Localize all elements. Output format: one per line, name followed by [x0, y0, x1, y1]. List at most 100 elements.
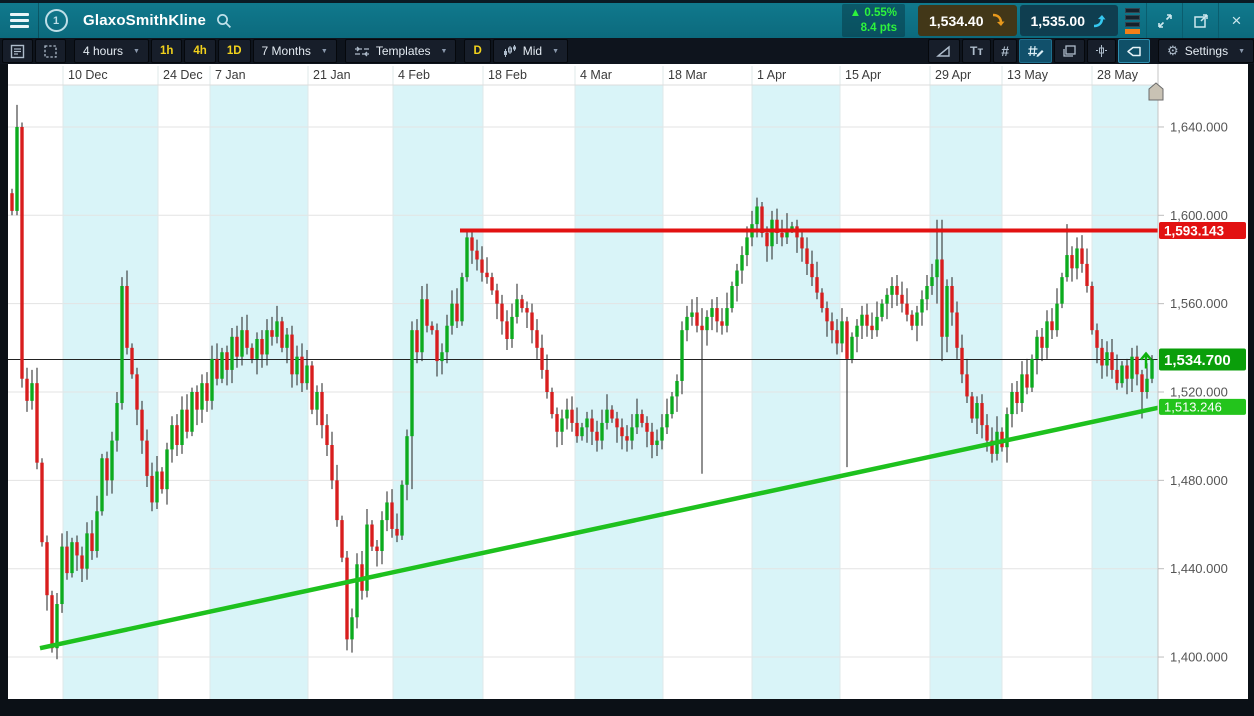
- price-type-dropdown[interactable]: Mid ▼: [492, 39, 569, 63]
- candle-body: [1030, 358, 1034, 388]
- candle-body: [390, 502, 394, 529]
- search-icon[interactable]: [216, 13, 232, 29]
- expand-button[interactable]: [1146, 3, 1182, 38]
- quick-timeframe-1h[interactable]: 1h: [150, 39, 183, 63]
- gear-icon: ⚙: [1167, 43, 1179, 58]
- candle-body: [175, 425, 179, 446]
- quote-panel-button[interactable]: [2, 39, 33, 63]
- candle-body: [410, 330, 414, 437]
- price-chart[interactable]: 10 Dec 24 Dec 7 Jan 21 Jan 4 Feb 18 Feb 4 Mar 1…: [0, 64, 1254, 711]
- chart-toolbar: 4 hours ▼ 1h 4h 1D 7 Months ▼ Templates …: [0, 38, 1254, 64]
- hamburger-menu-button[interactable]: [0, 3, 39, 38]
- candle-body: [65, 546, 69, 574]
- session-d-button[interactable]: D: [464, 39, 491, 63]
- candle-body: [590, 418, 594, 432]
- text-tool-icon: Tт: [970, 44, 984, 58]
- settings-button[interactable]: ⚙ Settings ▼: [1158, 39, 1254, 63]
- candle-body: [910, 314, 914, 326]
- candle-body: [350, 617, 354, 640]
- candle-body: [615, 418, 619, 428]
- candle-body: [225, 352, 229, 370]
- candle-body: [595, 431, 599, 441]
- hamburger-bar: [9, 19, 29, 22]
- candle-body: [475, 250, 479, 260]
- timeframe-dropdown[interactable]: 4 hours ▼: [74, 39, 149, 63]
- candle-body: [725, 308, 729, 326]
- candle-body: [205, 383, 209, 401]
- candle-body: [515, 299, 519, 317]
- candle-body: [415, 330, 419, 353]
- templates-dropdown[interactable]: Templates ▼: [344, 39, 457, 63]
- candle-body: [1090, 285, 1094, 331]
- quick-timeframe-1d[interactable]: 1D: [217, 39, 251, 63]
- chevron-down-icon: ▼: [1238, 47, 1245, 55]
- pointer-tool-button[interactable]: [1118, 39, 1151, 63]
- candle-body: [885, 294, 889, 304]
- resistance-price-badge-label: 1,593.143: [1164, 223, 1225, 238]
- layout-button[interactable]: [35, 39, 66, 63]
- candle-body: [905, 303, 909, 315]
- quick-timeframe-label: 1h: [159, 45, 174, 57]
- text-tool-button[interactable]: Tт: [962, 39, 992, 63]
- candle-body: [570, 409, 574, 423]
- candle-body: [755, 206, 759, 225]
- sell-price-button[interactable]: 1,534.40: [918, 5, 1017, 36]
- candle-body: [970, 396, 974, 419]
- candle-body: [800, 237, 804, 249]
- candle-body: [605, 409, 609, 423]
- candle-body: [1100, 347, 1104, 366]
- close-button[interactable]: ×: [1218, 3, 1254, 38]
- range-dropdown[interactable]: 7 Months ▼: [252, 39, 337, 63]
- candle-body: [165, 449, 169, 490]
- candle-body: [1130, 356, 1134, 379]
- candle-body: [105, 458, 109, 481]
- candle-body: [880, 303, 884, 317]
- annotate-grid-button[interactable]: [1019, 39, 1053, 63]
- candle-body: [550, 392, 554, 415]
- last-price-badge-label: 1,534.700: [1164, 352, 1231, 369]
- candle-body: [115, 403, 119, 441]
- candle-body: [805, 248, 809, 264]
- candle-body: [1060, 277, 1064, 304]
- candle-body: [1010, 392, 1014, 415]
- candle-body: [180, 409, 184, 446]
- depth-bar: [1125, 7, 1140, 13]
- trend-tool-button[interactable]: [928, 39, 961, 63]
- candle-body: [1040, 336, 1044, 348]
- market-depth-icon[interactable]: [1125, 7, 1140, 34]
- clone-window-button[interactable]: [1054, 39, 1086, 63]
- hash-pencil-icon: [1028, 45, 1044, 57]
- chart-type-button[interactable]: [1087, 39, 1117, 63]
- candle-body: [35, 383, 39, 463]
- quick-timeframe-label: 1D: [226, 45, 242, 57]
- candle-body: [260, 338, 264, 355]
- candle-body: [765, 232, 769, 247]
- chart-link-number-button[interactable]: 1: [39, 9, 73, 32]
- candle-body: [780, 232, 784, 238]
- popout-button[interactable]: [1182, 3, 1218, 38]
- candle-body: [735, 270, 739, 286]
- candle-body: [580, 427, 584, 437]
- chevron-down-icon: ▼: [320, 47, 328, 55]
- buy-price-button[interactable]: 1,535.00: [1019, 5, 1118, 36]
- candle-body: [1045, 321, 1049, 348]
- change-points: 8.4 pts: [860, 21, 897, 34]
- candle-body: [705, 316, 709, 331]
- candle-body: [730, 285, 734, 309]
- depth-bar: [1125, 21, 1140, 27]
- quick-timeframe-4h[interactable]: 4h: [184, 39, 216, 63]
- candle-body: [420, 299, 424, 353]
- price-axis-label: 1,480.000: [1170, 473, 1228, 488]
- sliders-icon: [354, 46, 369, 56]
- candle-body: [85, 533, 89, 569]
- grid-button[interactable]: #: [993, 39, 1018, 63]
- candle-body: [95, 511, 99, 552]
- candle-body: [675, 380, 679, 397]
- candle-body: [600, 422, 604, 441]
- sell-down-arrow-icon: [992, 13, 1004, 26]
- candle-body: [460, 277, 464, 322]
- time-axis-label: 13 May: [1007, 68, 1049, 82]
- candle-body: [380, 520, 384, 552]
- candle-body: [680, 330, 684, 381]
- candle-body: [1135, 356, 1139, 375]
